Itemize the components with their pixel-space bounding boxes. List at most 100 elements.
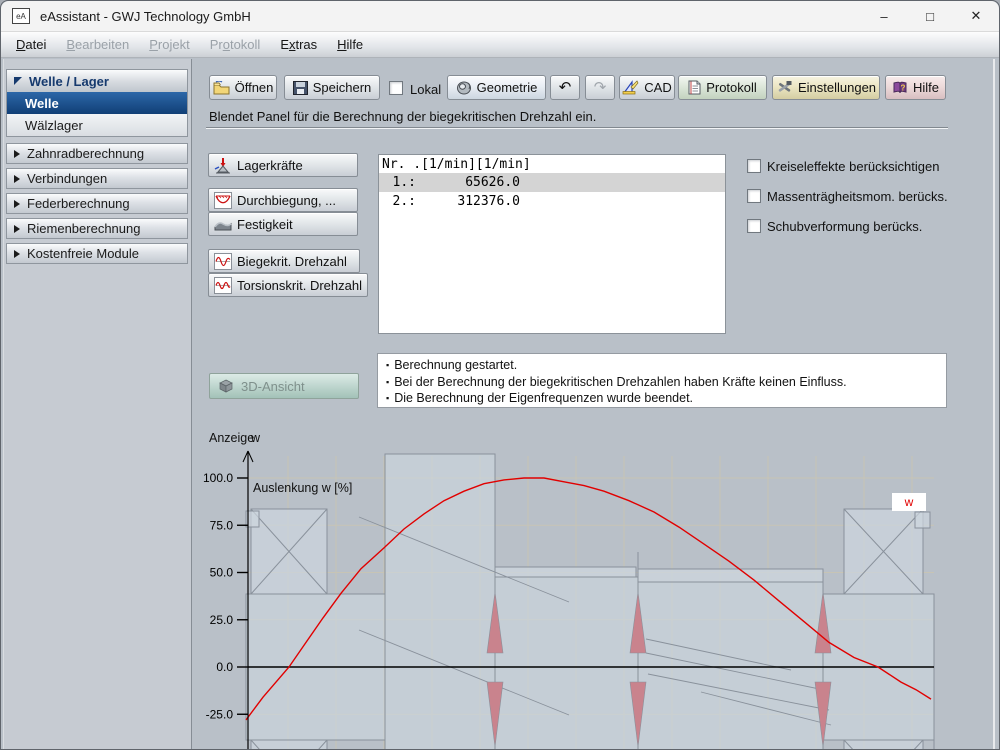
menu-item-hilfe[interactable]: Hilfe	[327, 37, 373, 52]
y-tick-label: 75.0	[210, 518, 234, 532]
bullet-icon: ▪	[386, 390, 389, 407]
critical-speed-table[interactable]: Nr. .[1/min][1/min] 1.: 65626.0 2.: 3123…	[378, 154, 726, 334]
open-button[interactable]: Öffnen	[209, 75, 277, 100]
protocol-label: Protokoll	[706, 80, 757, 95]
message-text: Die Berechnung der Eigenfrequenzen wurde…	[394, 390, 693, 407]
save-floppy-icon	[293, 81, 308, 95]
geometry-icon	[456, 80, 472, 95]
message-text: Bei der Berechnung der biegekritischen D…	[394, 374, 846, 391]
sidebar-group-header-welle-lager[interactable]: Welle / Lager	[7, 70, 187, 92]
local-checkbox[interactable]	[389, 81, 403, 95]
sidebar-item-label: Wälzlager	[25, 118, 83, 133]
torsion-critical-button[interactable]: Torsionskrit. Drehzahl	[208, 273, 368, 297]
bearing-forces-button[interactable]: Lagerkräfte	[208, 153, 358, 177]
deflection-button[interactable]: Durchbiegung, ...	[208, 188, 358, 212]
menu-item-extras[interactable]: Extras	[270, 37, 327, 52]
mass-inertia-checkbox[interactable]	[747, 189, 761, 203]
y-axis-label: Auslenkung w [%]	[253, 481, 352, 495]
maximize-button[interactable]: □	[907, 1, 953, 31]
legend-entry: w	[904, 495, 914, 509]
app-icon: eA	[12, 8, 30, 24]
open-label: Öffnen	[235, 80, 274, 95]
deflection-icon	[214, 192, 232, 209]
shear-deformation-checkbox[interactable]	[747, 219, 761, 233]
close-button[interactable]: ✕	[953, 1, 999, 31]
gyroscopic-effects-checkbox[interactable]	[747, 159, 761, 173]
sidebar-group-federberechnung[interactable]: Federberechnung	[6, 193, 188, 214]
row-number: 2.:	[379, 194, 416, 209]
deflection-label: Durchbiegung, ...	[237, 193, 336, 208]
bending-critical-icon	[214, 253, 232, 270]
sidebar-item-welle[interactable]: Welle	[7, 92, 187, 114]
redo-button[interactable]: ↷	[585, 75, 615, 100]
collapsed-triangle-icon	[14, 175, 20, 183]
panel-separator	[993, 59, 995, 750]
sidebar-group-verbindungen[interactable]: Verbindungen	[6, 168, 188, 189]
local-checkbox-label: Lokal	[410, 82, 441, 97]
bending-critical-label: Biegekrit. Drehzahl	[237, 254, 347, 269]
display-value[interactable]: w	[251, 431, 260, 445]
menu-item-datei[interactable]: Datei	[6, 37, 56, 52]
save-button[interactable]: Speichern	[284, 75, 380, 100]
view-3d-label: 3D-Ansicht	[241, 379, 305, 394]
menu-bar: DateiBearbeitenProjektProtokollExtrasHil…	[1, 32, 999, 58]
gyroscopic-effects-option: Kreiseleffekte berücksichtigen	[747, 159, 939, 174]
torsion-critical-icon	[214, 277, 232, 294]
status-separator	[206, 127, 948, 129]
redo-icon: ↷	[594, 80, 607, 95]
collapsed-triangle-icon	[14, 225, 20, 233]
y-tick-label: 25.0	[210, 613, 234, 627]
cad-button[interactable]: CAD	[619, 75, 675, 100]
sidebar-group-label: Welle / Lager	[29, 74, 109, 89]
y-tick-label: 50.0	[210, 566, 234, 580]
sidebar-group-label: Federberechnung	[27, 196, 130, 211]
settings-button[interactable]: Einstellungen	[772, 75, 880, 100]
open-folder-icon	[213, 81, 230, 95]
cad-icon	[622, 80, 639, 95]
strength-label: Festigkeit	[237, 217, 293, 232]
collapsed-triangle-icon	[14, 150, 20, 158]
row-value: 312376.0	[416, 194, 520, 209]
row-value: 65626.0	[416, 175, 520, 190]
y-tick-label: 0.0	[216, 660, 233, 674]
y-tick-label: -25.0	[206, 707, 234, 721]
protocol-button[interactable]: Protokoll	[678, 75, 767, 100]
undo-icon: ↶	[559, 80, 572, 95]
settings-tools-icon	[776, 80, 793, 95]
help-button[interactable]: ? Hilfe	[885, 75, 946, 100]
sidebar-group-riemenberechnung[interactable]: Riemenberechnung	[6, 218, 188, 239]
help-label: Hilfe	[913, 80, 939, 95]
help-book-icon: ?	[892, 81, 908, 95]
sidebar-group-label: Kostenfreie Module	[27, 246, 139, 261]
bending-critical-button[interactable]: Biegekrit. Drehzahl	[208, 249, 360, 273]
message-line: ▪ Die Berechnung der Eigenfrequenzen wur…	[386, 390, 938, 407]
sidebar-group-welle-lager: Welle / Lager Welle Wälzlager	[6, 69, 188, 137]
menu-item-projekt: Projekt	[139, 37, 199, 52]
table-row[interactable]: 1.: 65626.0	[379, 173, 725, 192]
sidebar-item-waelzlager[interactable]: Wälzlager	[7, 114, 187, 136]
geometry-button[interactable]: Geometrie	[447, 75, 546, 100]
sidebar-group-zahnradberechnung[interactable]: Zahnradberechnung	[6, 143, 188, 164]
message-text: Berechnung gestartet.	[394, 357, 517, 374]
checkbox-label: Schubverformung berücks.	[767, 219, 922, 234]
protocol-document-icon	[688, 80, 701, 95]
table-row[interactable]: 2.: 312376.0	[379, 192, 725, 211]
sidebar-group-kostenfreie-module[interactable]: Kostenfreie Module	[6, 243, 188, 264]
bearing-forces-icon	[214, 157, 232, 174]
sidebar-group-label: Verbindungen	[27, 171, 107, 186]
strength-button[interactable]: Festigkeit	[208, 212, 358, 236]
collapsed-triangle-icon	[14, 200, 20, 208]
expanded-triangle-icon	[14, 77, 22, 85]
mass-inertia-option: Massenträgheitsmom. berücks.	[747, 189, 948, 204]
menu-item-protokoll: Protokoll	[200, 37, 271, 52]
calculation-messages: ▪ Berechnung gestartet. ▪ Bei der Berech…	[377, 353, 947, 408]
status-line: Blendet Panel für die Berechnung der bie…	[209, 109, 596, 124]
checkbox-label: Massenträgheitsmom. berücks.	[767, 189, 948, 204]
menu-item-bearbeiten: Bearbeiten	[56, 37, 139, 52]
view-3d-button[interactable]: 3D-Ansicht	[209, 373, 359, 399]
undo-button[interactable]: ↶	[550, 75, 580, 100]
minimize-button[interactable]: –	[861, 1, 907, 31]
collapsed-triangle-icon	[14, 250, 20, 258]
title-bar: eA eAssistant - GWJ Technology GmbH – □ …	[1, 1, 999, 32]
settings-label: Einstellungen	[798, 80, 876, 95]
